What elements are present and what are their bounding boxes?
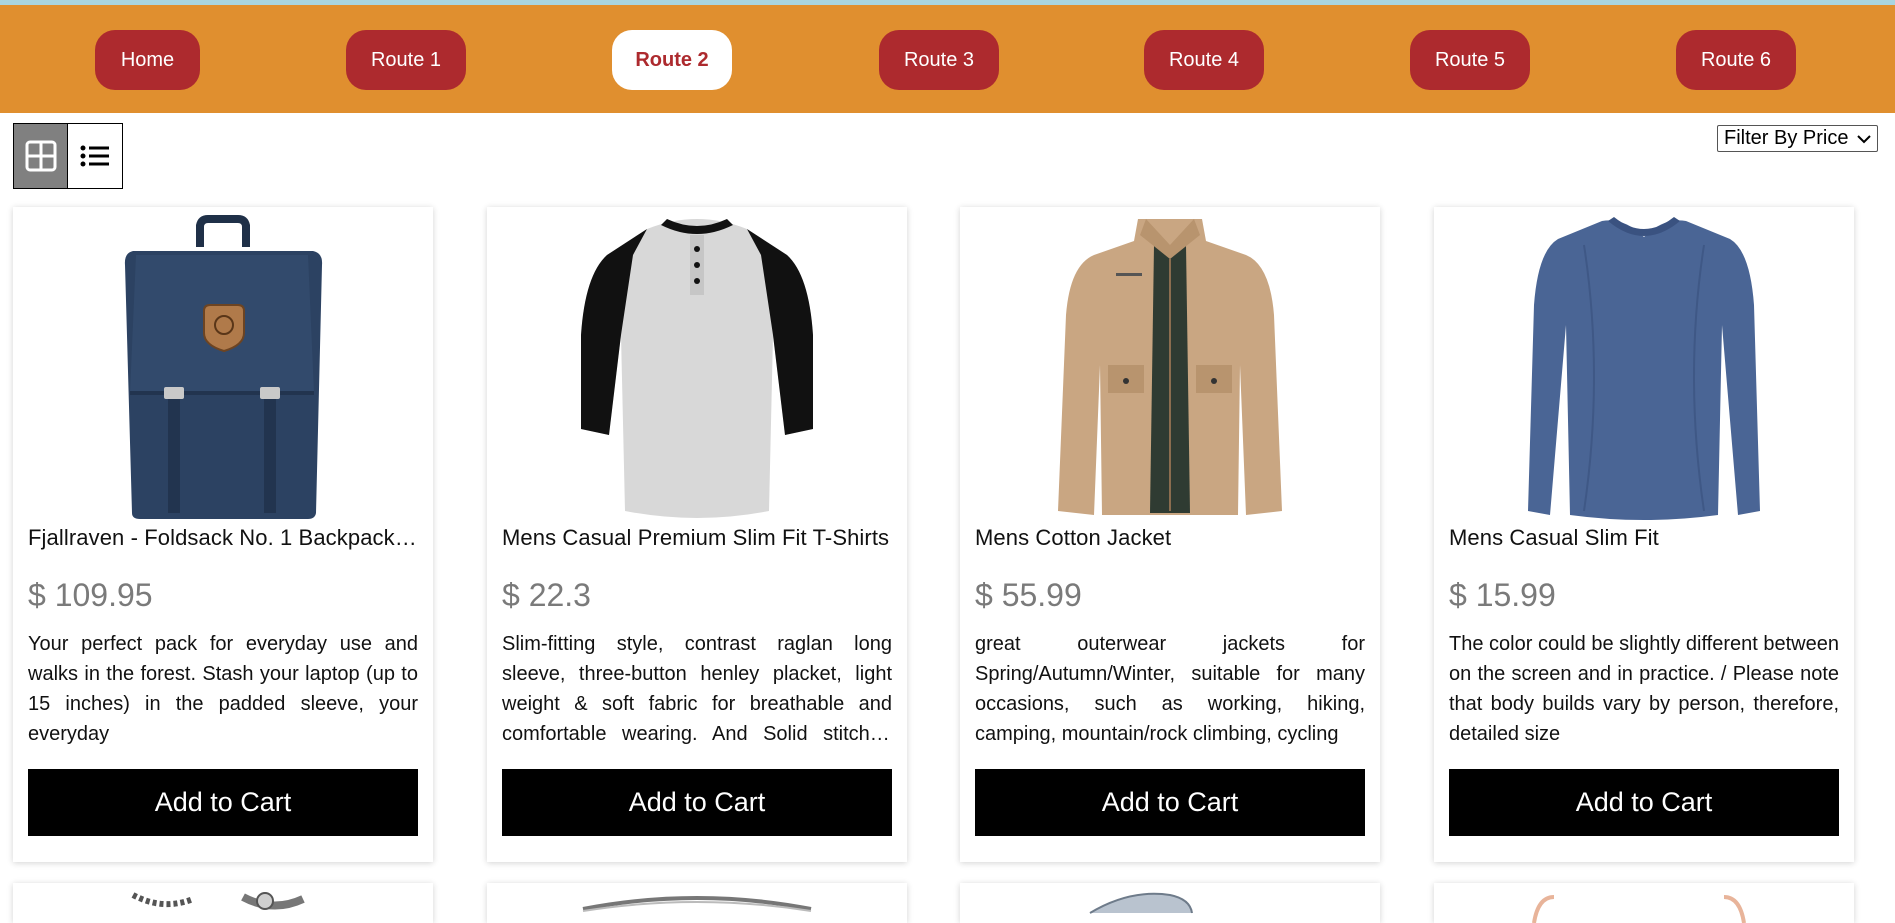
product-description: Your perfect pack for everyday use and w… xyxy=(28,633,418,745)
product-name: Mens Cotton Jacket xyxy=(975,525,1172,550)
product-name: Mens Casual Premium Slim Fit T-Shirts xyxy=(502,525,890,550)
nav-route-5-button[interactable]: Route 5 xyxy=(1410,30,1530,90)
product-price: $ 109.95 xyxy=(28,577,153,613)
product-image-bracelet xyxy=(131,892,305,910)
product-description: Slim-fitting style, contrast raglan long… xyxy=(502,633,892,745)
list-icon xyxy=(80,145,109,167)
product-price: $ 55.99 xyxy=(975,577,1082,613)
product-name: Fjallraven - Foldsack No. 1 Backpack, Fi… xyxy=(28,525,418,550)
product-card: Mens Casual Slim Fit $ 15.99 The color c… xyxy=(1434,207,1854,862)
product-image-long-sleeve-shirt xyxy=(1434,215,1854,521)
product-price: $ 22.3 xyxy=(502,577,591,613)
product-image-gem-ring xyxy=(1089,892,1193,914)
grid-icon xyxy=(25,140,56,172)
filter-label: Filter By Price xyxy=(1724,127,1849,149)
nav-home-button[interactable]: Home xyxy=(95,30,200,90)
nav-route-6-button[interactable]: Route 6 xyxy=(1676,30,1796,90)
product-name: Mens Casual Slim Fit xyxy=(1449,525,1659,550)
product-card: Mens Casual Premium Slim Fit T-Shirts $ … xyxy=(487,207,907,862)
add-to-cart-button[interactable]: Add to Cart xyxy=(975,769,1365,836)
list-view-button[interactable] xyxy=(68,124,122,188)
add-to-cart-button[interactable]: Add to Cart xyxy=(1449,769,1839,836)
product-card-partial xyxy=(1434,883,1854,923)
nav-route-2-button[interactable]: Route 2 xyxy=(612,30,732,90)
chevron-down-icon xyxy=(1857,134,1871,143)
product-price: $ 15.99 xyxy=(1449,577,1556,613)
product-description: The color could be slightly different be… xyxy=(1449,633,1839,745)
filter-by-price-select[interactable]: Filter By Price xyxy=(1717,125,1878,152)
product-image-earrings xyxy=(1532,895,1746,923)
product-card-partial xyxy=(13,883,433,923)
product-image-backpack xyxy=(13,215,433,521)
product-description: great outerwear jackets for Spring/Autum… xyxy=(975,633,1365,745)
product-card: Fjallraven - Foldsack No. 1 Backpack, Fi… xyxy=(13,207,433,862)
grid-view-button[interactable] xyxy=(14,124,68,188)
nav-route-1-button[interactable]: Route 1 xyxy=(346,30,466,90)
view-toggle xyxy=(13,123,123,189)
product-card-partial xyxy=(960,883,1380,923)
add-to-cart-button[interactable]: Add to Cart xyxy=(28,769,418,836)
route-navbar: Home Route 1 Route 2 Route 3 Route 4 Rou… xyxy=(0,5,1895,113)
nav-route-3-button[interactable]: Route 3 xyxy=(879,30,999,90)
product-card-partial xyxy=(487,883,907,923)
product-image-henley-shirt xyxy=(487,215,907,521)
product-card: Mens Cotton Jacket $ 55.99 great outerwe… xyxy=(960,207,1380,862)
product-image-ring xyxy=(582,896,812,912)
nav-route-4-button[interactable]: Route 4 xyxy=(1144,30,1264,90)
add-to-cart-button[interactable]: Add to Cart xyxy=(502,769,892,836)
product-image-jacket xyxy=(960,215,1380,521)
